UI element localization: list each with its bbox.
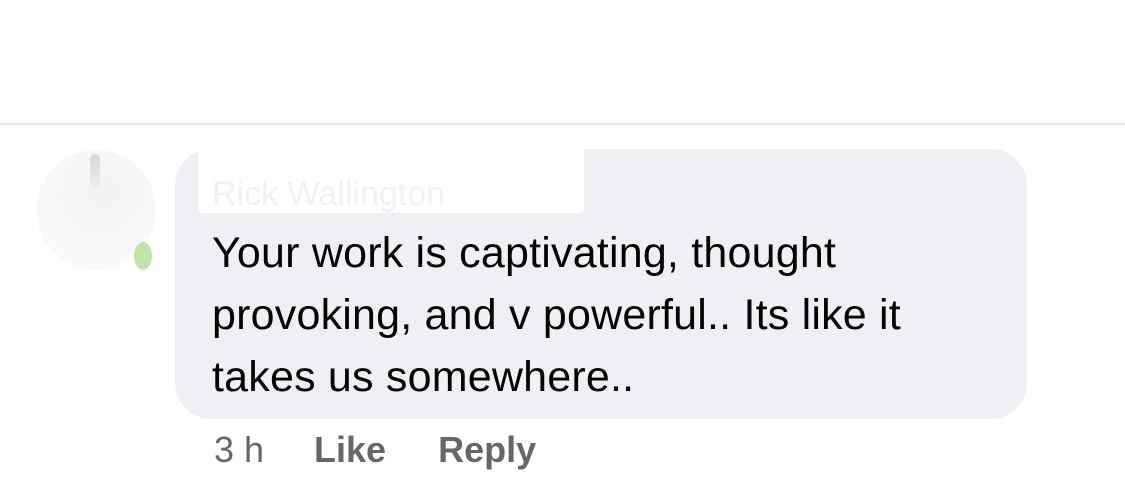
comment-text-line-1: Your work is captivating, thought bbox=[212, 229, 837, 277]
comment-timestamp[interactable]: 3 h bbox=[214, 424, 264, 476]
divider bbox=[0, 123, 1125, 125]
author-name[interactable]: Rick Wallington bbox=[212, 172, 445, 216]
online-status-indicator bbox=[134, 242, 152, 270]
comment-actions: 3 h Like Reply bbox=[214, 424, 536, 476]
like-button[interactable]: Like bbox=[314, 424, 386, 476]
reply-button[interactable]: Reply bbox=[438, 424, 536, 476]
comment-view: Rick Wallington Your work is captivating… bbox=[0, 0, 1125, 502]
avatar-image-detail bbox=[90, 154, 100, 188]
comment-text: Your work is captivating, thought provok… bbox=[212, 222, 1012, 408]
comment-text-line-2: provoking, and v powerful.. Its like it bbox=[212, 291, 901, 339]
comment-text-line-3: takes us somewhere.. bbox=[212, 353, 635, 401]
